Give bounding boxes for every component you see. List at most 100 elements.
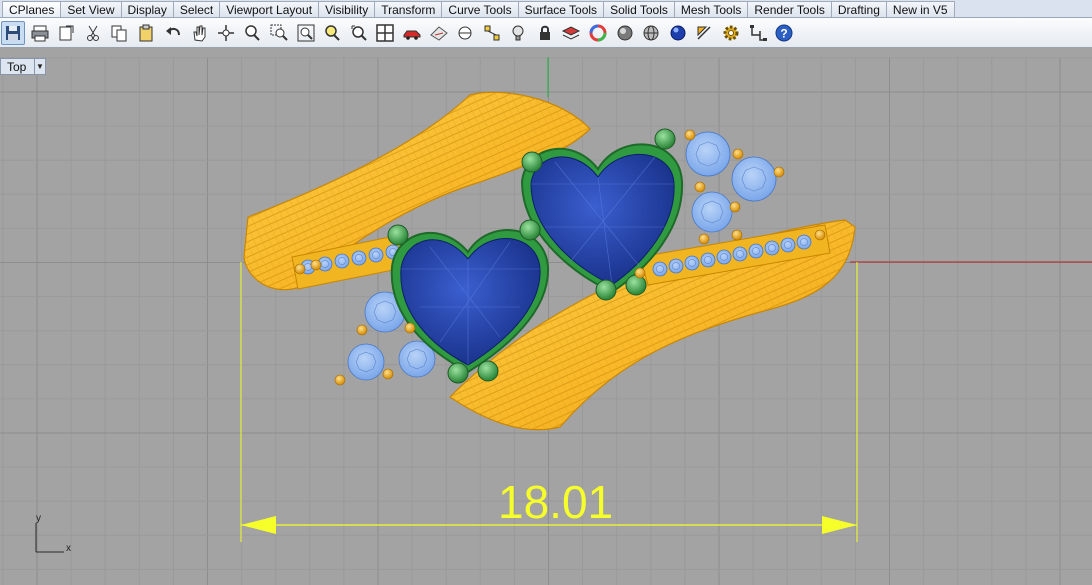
channel-diamond [748,243,764,259]
zoom-dynamic-icon [351,25,367,41]
properties-button[interactable] [427,21,451,45]
car-button[interactable] [400,21,424,45]
lock-icon [539,25,550,40]
align-button[interactable] [746,21,770,45]
prong [519,219,541,241]
axis-label-y: y [36,513,41,524]
osnap-icon [458,26,472,39]
lock-button[interactable] [533,21,557,45]
viewport-title: Top [7,59,27,74]
zoom-dynamic-button[interactable] [347,21,371,45]
tab-set-view[interactable]: Set View [60,1,122,17]
color-wheel-icon [589,24,607,41]
tab-curve-tools[interactable]: Curve Tools [441,1,519,17]
tab-transform[interactable]: Transform [374,1,443,17]
undo-button[interactable] [161,21,185,45]
gold-bead [382,368,394,380]
car-icon [403,30,421,40]
tab-drafting[interactable]: Drafting [830,1,887,17]
help-button[interactable]: ? [772,21,796,45]
tab-viewport-layout[interactable]: Viewport Layout [219,1,320,17]
tab-surface-tools[interactable]: Surface Tools [517,1,605,17]
tab-render-tools[interactable]: Render Tools [747,1,832,17]
prong [654,128,676,150]
color-wheel-button[interactable] [586,21,610,45]
cluster-diamond [731,156,777,202]
print-icon [31,25,49,41]
rendered-sphere-button[interactable] [666,21,690,45]
help-icon: ? [775,24,793,41]
viewport-menu-arrow-icon[interactable]: ▼ [34,59,45,74]
toolbar-tab-strip: CPlanes Set View Display Select Viewport Lay… [0,0,1092,18]
gold-bead [694,181,706,193]
points-button[interactable] [480,21,504,45]
export-button[interactable] [54,21,78,45]
tab-mesh-tools[interactable]: Mesh Tools [673,1,749,17]
dimension-button[interactable] [692,21,716,45]
zoom-window-button[interactable] [267,21,291,45]
gold-bead [294,263,306,275]
gold-bead [334,374,346,386]
wireframe-sphere-button[interactable] [639,21,663,45]
prong [447,362,469,384]
zoom-selected-button[interactable] [320,21,344,45]
rendered-sphere-icon [670,25,686,40]
top-viewport[interactable]: Top ▼ 18.01 y x [0,57,1092,585]
channel-diamond [716,249,732,265]
channel-diamond [668,258,684,274]
prong [595,279,617,301]
layer-icon [562,25,581,40]
light-icon [512,25,524,40]
channel-diamond [796,234,812,250]
gold-bead [310,259,322,271]
undo-icon [165,26,180,35]
cut-button[interactable] [81,21,105,45]
channel-diamond [732,246,748,262]
dimension-value[interactable]: 18.01 [498,475,613,529]
pan-hand-button[interactable] [187,21,211,45]
zoom-selected-icon [325,24,340,41]
cut-icon [86,25,99,41]
viewport-title-tab[interactable]: Top ▼ [0,58,46,75]
dimension-icon [697,25,711,40]
pan-hand-icon [193,25,206,42]
prong [521,151,543,173]
tab-cplanes[interactable]: CPlanes [2,1,62,17]
settings-gear-button[interactable] [719,21,743,45]
zoom-extents-icon [297,24,315,41]
zoom-window-icon [270,24,288,41]
print-button[interactable] [28,21,52,45]
rotate-view-button[interactable] [214,21,238,45]
gold-bead [732,148,744,160]
gold-bead [773,166,785,178]
copy-button[interactable] [107,21,131,45]
tab-visibility[interactable]: Visibility [318,1,376,17]
four-viewports-button[interactable] [373,21,397,45]
svg-text:?: ? [781,26,788,40]
tab-solid-tools[interactable]: Solid Tools [603,1,675,17]
tab-select[interactable]: Select [172,1,221,17]
light-button[interactable] [506,21,530,45]
channel-diamond [334,253,350,269]
save-button[interactable] [1,20,25,45]
tab-display[interactable]: Display [120,1,174,17]
save-icon [6,25,20,40]
gold-bead [634,267,646,279]
dimension-arrow-left [241,516,276,534]
channel-diamond [684,255,700,271]
align-icon [749,24,767,41]
prong [625,274,647,296]
layer-button[interactable] [559,21,583,45]
osnap-button[interactable] [453,21,477,45]
zoom-in-button[interactable] [240,21,264,45]
paste-button[interactable] [134,21,158,45]
tab-new-in-v5[interactable]: New in V5 [885,1,955,17]
shaded-sphere-button[interactable] [613,21,637,45]
gold-bead [814,229,826,241]
settings-gear-icon [723,25,739,40]
channel-diamond [368,247,384,263]
channel-diamond [652,261,668,277]
export-icon [59,25,74,40]
zoom-extents-button[interactable] [294,21,318,45]
paste-icon [139,24,153,41]
